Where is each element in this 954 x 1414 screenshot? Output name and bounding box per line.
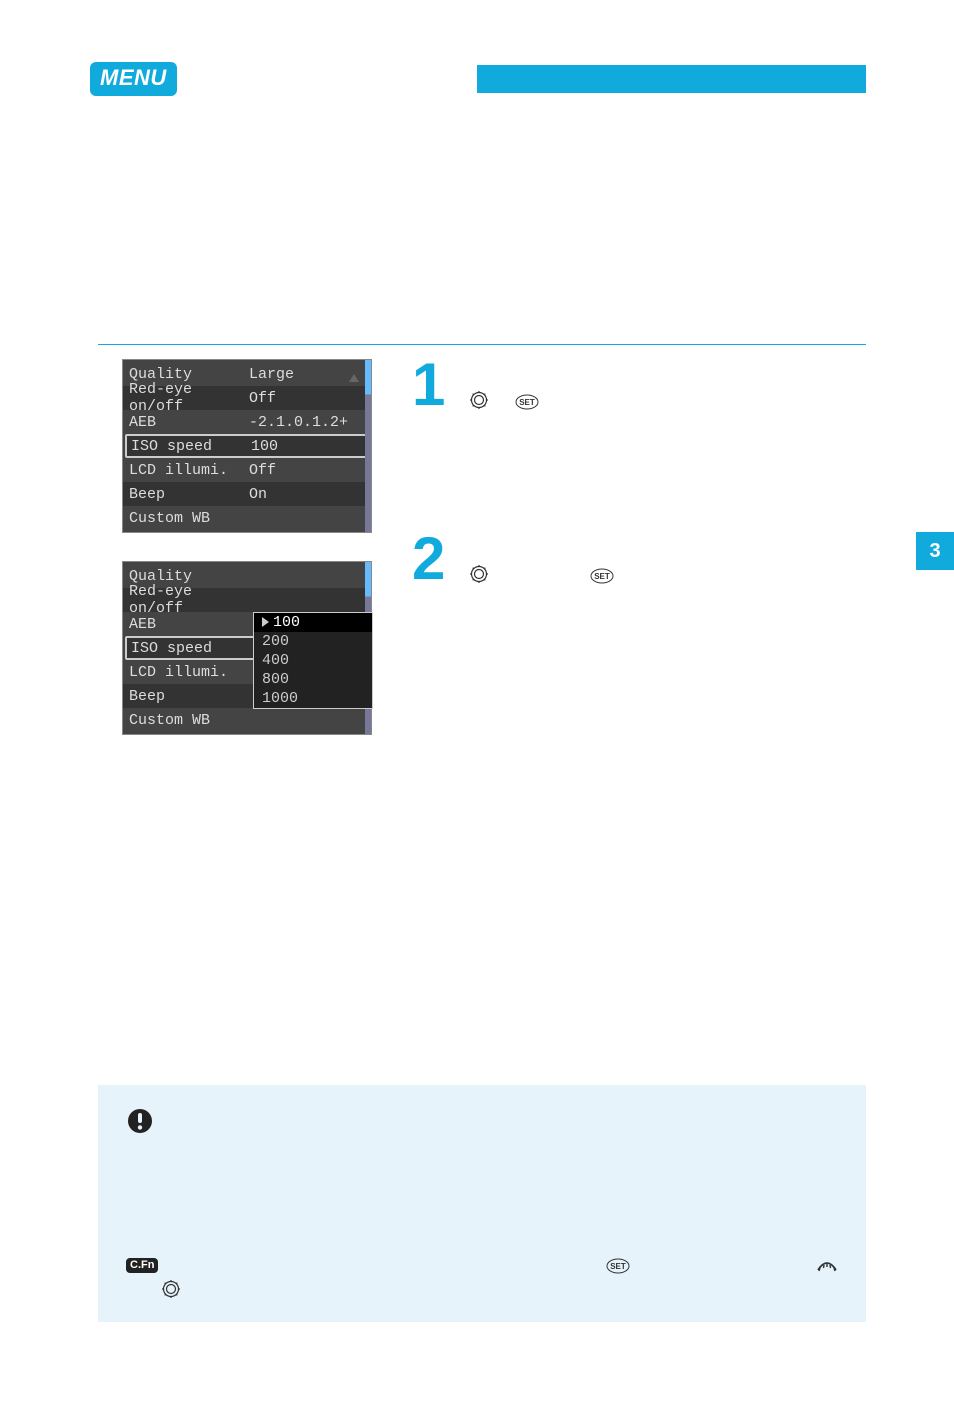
cfn-badge: C.Fn xyxy=(126,1258,158,1273)
quick-control-dial-icon xyxy=(162,1280,180,1298)
menu-item-label: AEB xyxy=(129,414,249,431)
quality-tab-icon xyxy=(349,374,359,382)
menu-item-label: Red-eye on/off xyxy=(129,583,249,617)
svg-text:SET: SET xyxy=(519,398,535,407)
section-divider xyxy=(98,344,866,345)
svg-text:SET: SET xyxy=(594,572,610,581)
lcd-screenshot-1: QualityLarge Red-eye on/offOff AEB-2.1.0… xyxy=(122,359,372,533)
menu-item-label: Beep xyxy=(129,688,249,705)
menu-item-label: ISO speed xyxy=(131,438,251,455)
iso-option: 1000 xyxy=(254,689,372,708)
menu-item-value: Off xyxy=(249,390,365,407)
selected-arrow-icon xyxy=(262,617,269,627)
set-button-icon: SET xyxy=(590,566,614,582)
menu-item-value: Off xyxy=(249,462,365,479)
menu-item-value: On xyxy=(249,486,365,503)
quick-control-dial-icon xyxy=(470,565,488,583)
menu-item-value: 100 xyxy=(251,438,363,455)
note-box: C.Fn SET xyxy=(98,1085,866,1322)
set-button-icon: SET xyxy=(515,392,539,408)
iso-option: 800 xyxy=(254,670,372,689)
menu-item-label: Custom WB xyxy=(129,510,249,527)
svg-text:SET: SET xyxy=(610,1262,626,1271)
chapter-tab: 3 xyxy=(916,532,954,570)
iso-submenu: 100 200 400 800 1000 xyxy=(253,612,373,709)
iso-option-label: 100 xyxy=(273,614,300,631)
menu-item-label: LCD illumi. xyxy=(129,462,249,479)
step-body: SET xyxy=(470,533,866,587)
menu-item-label: LCD illumi. xyxy=(129,664,249,681)
step-number: 2 xyxy=(412,529,460,589)
set-button-icon: SET xyxy=(606,1258,630,1274)
main-dial-icon xyxy=(816,1258,838,1274)
menu-item-label: Red-eye on/off xyxy=(129,381,249,415)
menu-scrollbar xyxy=(365,360,371,532)
iso-option: 100 xyxy=(254,613,372,632)
menu-item-label: Custom WB xyxy=(129,712,249,729)
iso-option-label: 1000 xyxy=(262,690,298,707)
menu-item-label: AEB xyxy=(129,616,249,633)
menu-item-label: Beep xyxy=(129,486,249,503)
iso-option-label: 800 xyxy=(262,671,289,688)
iso-option-label: 200 xyxy=(262,633,289,650)
title-bar xyxy=(477,65,866,93)
menu-badge: MENU xyxy=(90,62,177,96)
iso-option: 400 xyxy=(254,651,372,670)
menu-item-label: Quality xyxy=(129,366,249,383)
lcd-screenshot-2: Quality Red-eye on/off AEB ISO speed LCD… xyxy=(122,561,372,735)
menu-item-value: -2.1.0.1.2+ xyxy=(249,414,365,431)
iso-option: 200 xyxy=(254,632,372,651)
caution-icon xyxy=(126,1107,154,1135)
menu-item-label: ISO speed xyxy=(131,640,251,657)
quick-control-dial-icon xyxy=(470,391,488,409)
menu-item-value: Large xyxy=(249,366,349,383)
menu-item-label: Quality xyxy=(129,568,249,585)
iso-option-label: 400 xyxy=(262,652,289,669)
step-number: 1 xyxy=(412,355,460,415)
step-body: SET xyxy=(470,359,866,413)
